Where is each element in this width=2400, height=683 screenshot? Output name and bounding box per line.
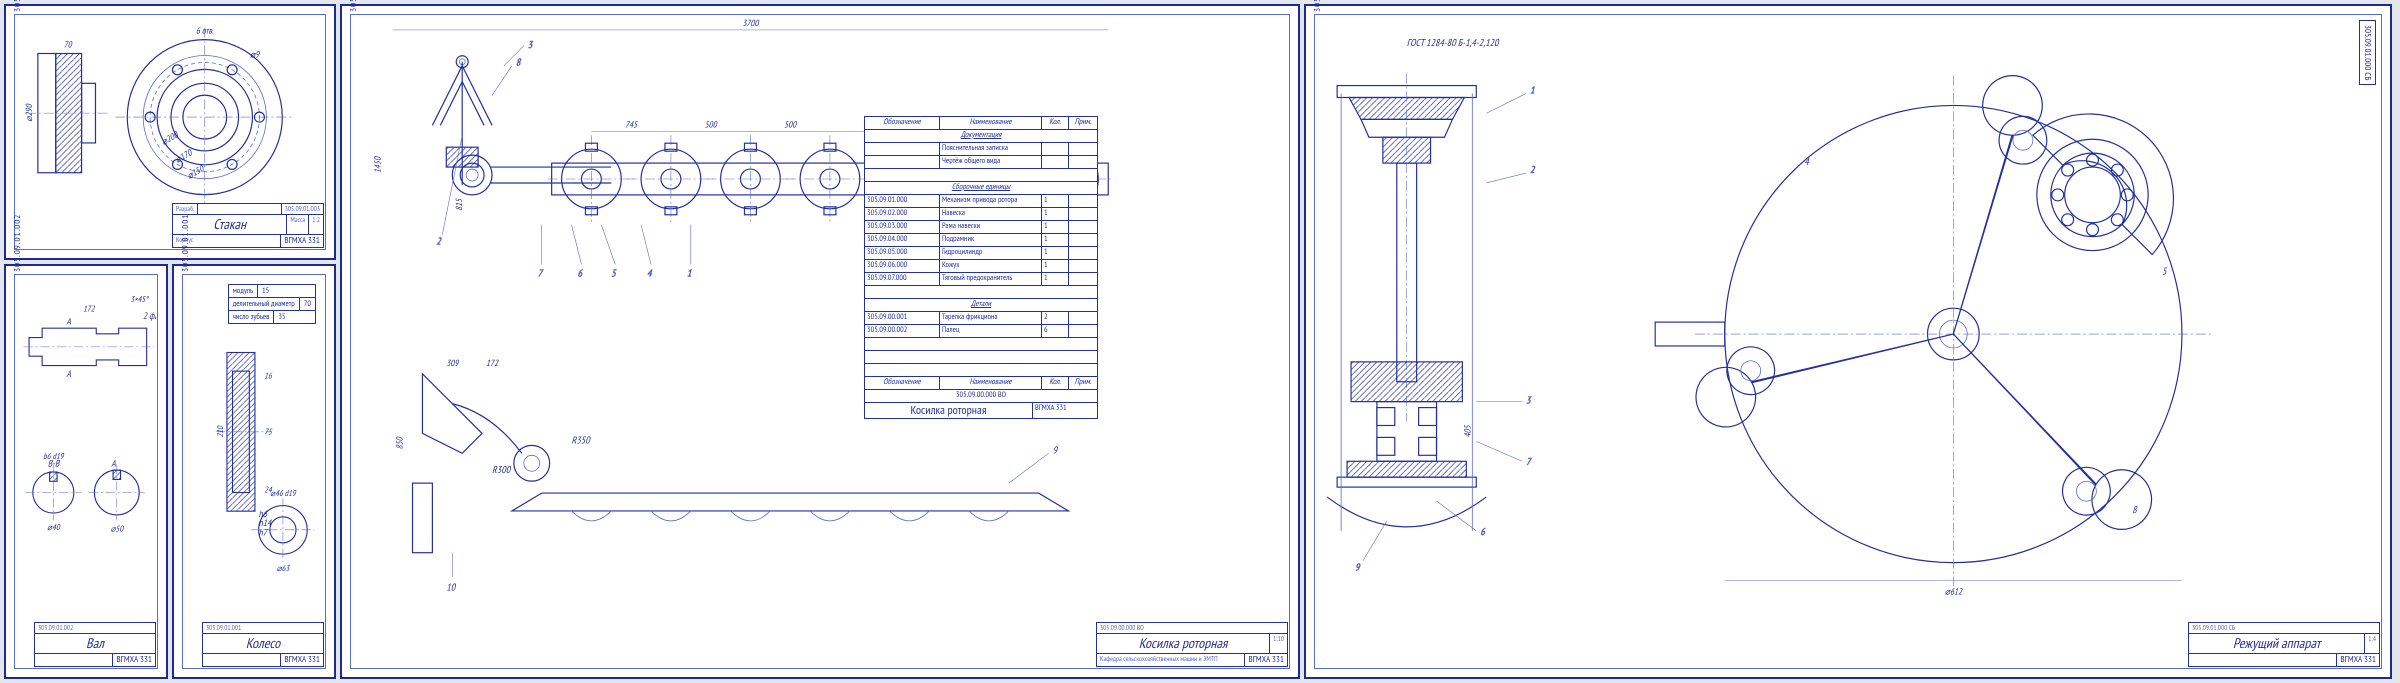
svg-text:R350: R350 bbox=[572, 433, 592, 446]
part-title: Режущий аппарат bbox=[2189, 634, 2364, 653]
svg-text:А: А bbox=[111, 457, 116, 469]
svg-text:405: 405 bbox=[1462, 424, 1473, 437]
svg-text:5: 5 bbox=[2162, 264, 2168, 277]
svg-text:1: 1 bbox=[1530, 84, 1535, 97]
drawing-assembly: 3700 815 bbox=[352, 16, 1288, 667]
svg-text:b6 d19: b6 d19 bbox=[43, 451, 65, 462]
svg-text:500: 500 bbox=[705, 119, 718, 130]
svg-text:ГОСТ 1284-80 Б-1,4-2,120: ГОСТ 1284-80 Б-1,4-2,120 bbox=[1407, 36, 1500, 49]
sheet-val: 305.09.01.002 172 3×45° 2 фаски А А bbox=[4, 264, 168, 679]
svg-text:7: 7 bbox=[1526, 455, 1532, 468]
svg-text:500: 500 bbox=[784, 119, 797, 130]
edge-stamp: 305.09.01.000 СБ bbox=[2359, 20, 2376, 85]
svg-text:70: 70 bbox=[64, 40, 73, 51]
title-block-apparatus: 305.09.01.000 СБ Режущий аппарат1:4 ВГМХ… bbox=[2188, 622, 2380, 667]
svg-text:16: 16 bbox=[264, 371, 273, 382]
svg-text:172: 172 bbox=[83, 303, 96, 314]
drawing-apparatus: ГОСТ 1284-80 Б-1,4-2,120 bbox=[1316, 16, 2380, 667]
svg-text:3: 3 bbox=[528, 38, 534, 51]
svg-text:9: 9 bbox=[1053, 443, 1059, 456]
gost-code: 305.09.01.003 bbox=[12, 0, 23, 12]
svg-text:1: 1 bbox=[687, 266, 692, 279]
gost-code: 305.09.01.000 СБ bbox=[1312, 0, 1323, 12]
svg-text:2: 2 bbox=[436, 235, 442, 248]
svg-text:850: 850 bbox=[395, 436, 406, 449]
svg-text:745: 745 bbox=[625, 119, 638, 130]
svg-text:309: 309 bbox=[446, 358, 459, 369]
part-title: Косилка роторная bbox=[1097, 634, 1269, 653]
svg-text:3: 3 bbox=[1526, 394, 1532, 407]
svg-text:3700: 3700 bbox=[742, 18, 759, 29]
svg-text:А: А bbox=[66, 316, 71, 328]
title-block-stakan: Разраб.305.09.01.003 СтаканМасса1:2 Корп… bbox=[172, 203, 324, 248]
svg-text:4: 4 bbox=[647, 266, 653, 279]
svg-text:75: 75 bbox=[264, 427, 273, 438]
gost-code: 305.09.01.001 bbox=[180, 214, 191, 272]
svg-text:10: 10 bbox=[446, 580, 456, 593]
svg-text:3×45°: 3×45° bbox=[130, 294, 149, 305]
svg-text:172: 172 bbox=[486, 358, 499, 369]
svg-text:1450: 1450 bbox=[373, 156, 384, 173]
svg-text:8: 8 bbox=[516, 56, 522, 69]
title-block-assembly: 305.09.00.000 ВО Косилка роторная1:10 Ка… bbox=[1096, 622, 1288, 667]
svg-text:R300: R300 bbox=[492, 463, 512, 476]
svg-text:210: 210 bbox=[215, 425, 226, 438]
svg-text:2: 2 bbox=[1530, 163, 1536, 176]
sheet-assembly: 305.09.00.000 ВО 3700 81 bbox=[340, 4, 1300, 679]
svg-text:⌀290: ⌀290 bbox=[24, 103, 35, 121]
svg-text:6 отв.: 6 отв. bbox=[196, 26, 214, 37]
svg-text:6: 6 bbox=[577, 266, 583, 279]
svg-text:5: 5 bbox=[611, 266, 617, 279]
svg-text:А: А bbox=[66, 368, 71, 380]
svg-text:⌀40: ⌀40 bbox=[47, 522, 61, 533]
title-block-koleso: 305.09.01.001 Колесо ВГМХА 331 bbox=[202, 622, 324, 667]
svg-text:⌀46 d19: ⌀46 d19 bbox=[270, 488, 297, 499]
gost-code: 305.09.01.002 bbox=[12, 214, 23, 272]
svg-text:7: 7 bbox=[538, 266, 544, 279]
svg-text:⌀63: ⌀63 bbox=[277, 563, 291, 574]
svg-text:815: 815 bbox=[454, 198, 465, 211]
svg-text:6: 6 bbox=[1480, 525, 1486, 538]
part-title: Колесо bbox=[203, 634, 323, 653]
gost-code: 305.09.00.000 ВО bbox=[348, 0, 359, 12]
svg-text:9: 9 bbox=[1355, 561, 1361, 574]
drawing-val: 172 3×45° 2 фаски А А В-В ⌀40 b6 d19 bbox=[16, 276, 156, 667]
bom-table: Обозначение Наименование Кол. Прим. Доку… bbox=[864, 116, 1098, 419]
svg-text:⌀9: ⌀9 bbox=[250, 49, 260, 60]
svg-text:⌀50: ⌀50 bbox=[111, 524, 125, 535]
title-block-val: 305.09.01.002 Вал ВГМХА 331 bbox=[34, 622, 156, 667]
svg-text:8: 8 bbox=[2132, 503, 2138, 516]
sheet-stakan: 305.09.01.003 ⌀290 70 bbox=[4, 4, 336, 260]
svg-text:⌀612: ⌀612 bbox=[1945, 586, 1963, 597]
sheet-apparatus: 305.09.01.000 СБ ГОСТ 1284-80 Б-1,4-2,12… bbox=[1304, 4, 2392, 679]
svg-text:2 фаски: 2 фаски bbox=[143, 310, 156, 322]
sheet-koleso: 305.09.01.001 модуль15 делительный диаме… bbox=[172, 264, 336, 679]
svg-text:⌀200: ⌀200 bbox=[159, 129, 180, 148]
part-title: Вал bbox=[35, 634, 155, 653]
drawing-koleso: 210 16 75 24 h6 h14 h7 ⌀63 ⌀46 d19 bbox=[184, 276, 324, 667]
